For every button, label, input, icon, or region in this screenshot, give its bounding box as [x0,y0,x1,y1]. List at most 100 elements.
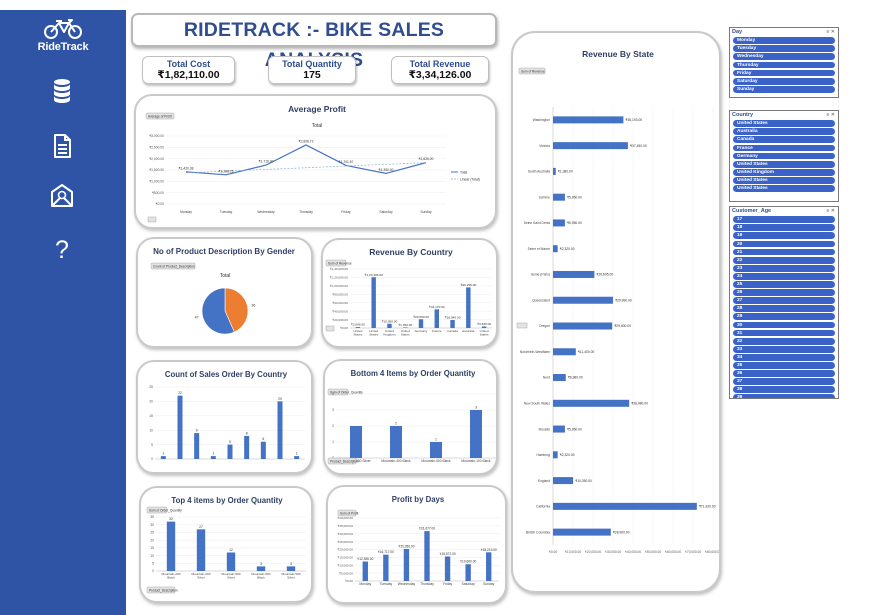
axis-field-button-label[interactable]: Product_Description [330,460,359,464]
slicer-item[interactable]: United Kingdom [733,168,835,176]
slicer-item[interactable]: 17 [733,216,835,224]
data-label: ₹2,320.00 [560,453,575,457]
slicer-item[interactable]: 37 [733,378,835,385]
x-tick-label: Tuesday [220,210,233,214]
x-tick-mark: - [280,460,281,464]
field-button-label[interactable]: Average of Profit [148,115,172,119]
slicer-item[interactable]: Germany [733,152,835,160]
bar [553,399,630,407]
database-icon[interactable] [50,78,74,104]
slicer-title: Customer_Age [732,208,772,214]
slicer-item[interactable]: 18 [733,224,835,232]
x-tick-label: Germany [415,329,428,333]
slicer-item[interactable]: Sunday [733,85,835,93]
slicer-item[interactable]: 33 [733,345,835,353]
slicer-item[interactable]: 26 [733,289,835,296]
slicer-item[interactable]: 32 [733,337,835,345]
bottom-4-items-chart: Bottom 4 Items by Order QuantitySum of O… [327,369,496,465]
slicer-header: Customer_Age ≡ ✕ [730,207,838,215]
slicer-item[interactable]: 29 [733,313,835,321]
slicer-item[interactable]: 28 [733,305,835,313]
slicer-item[interactable]: 34 [733,353,835,361]
bike-icon [44,19,82,39]
y-tick-label: 0 [152,569,154,573]
slicer-item[interactable]: 20 [733,240,835,248]
slicer-item[interactable]: United States [733,120,835,128]
slicer-item[interactable]: Wednesday [733,53,835,61]
revenue-by-country-card: Revenue By Country Sum of Revenue ₹0.00 ₹20… [321,238,498,348]
chart-title: Count of Sales Order By Country [165,370,288,379]
field-button-label[interactable]: Sum of Revenue [328,262,352,266]
slicer-item[interactable]: Tuesday [733,45,835,53]
bar [390,426,402,458]
x-tick-mark: - [263,460,264,464]
field-button-label[interactable]: Sum of Order_Quantity [149,509,182,513]
slicer-item[interactable]: 30 [733,321,835,329]
x-tick-label: Sunday [483,582,495,586]
slicer-item[interactable]: Australia [733,128,835,136]
slicer-item[interactable]: Friday [733,69,835,77]
slicer-item[interactable]: Thursday [733,61,835,69]
slicer-item[interactable]: 21 [733,248,835,256]
y-tick-label: ₹20,000.00 [337,548,353,552]
slicer-item[interactable]: 19 [733,232,835,240]
data-label: ₹5,950.00 [567,195,582,199]
bottom-4-items-card: Bottom 4 Items by Order Quantity Sum of O… [323,359,498,475]
y-tick-label: Nord [543,376,550,380]
y-tick-label: Seine Saint Denis [524,221,551,225]
slicer-item[interactable]: Canada [733,136,835,144]
slicer-clear-filter-icon[interactable]: ≡ ✕ [827,28,836,36]
field-dropdown-button[interactable] [516,322,528,329]
data-label: ₹35,193.00 [625,118,642,122]
chart-title: Revenue By Country [369,247,453,257]
slicer-item[interactable]: 38 [733,386,835,394]
legend-label: Total [460,170,467,174]
document-icon[interactable] [50,133,74,159]
slicer-item[interactable]: 27 [733,297,835,305]
bar [244,435,250,459]
slicer-item[interactable]: 36 [733,370,835,377]
profit-by-days-chart: Profit by Days Sum of Profit ₹0.00 ₹5,000.0… [337,495,499,586]
mail-icon[interactable] [50,182,74,208]
x-tick-label: Australia [462,329,474,333]
field-button-label[interactable]: Count of Product_Description [153,265,195,269]
data-label: ₹2,320.00 [560,247,575,251]
field-button-label[interactable]: Sum of Revenue [521,70,545,74]
slicer-item[interactable]: 23 [733,264,835,272]
slicer-item[interactable]: United States [733,176,835,184]
data-label: ₹20,695.00 [596,273,613,277]
slicer-item[interactable]: 31 [733,329,835,337]
slicer-item[interactable]: United States [733,160,835,168]
bar [450,320,455,328]
slicer-item[interactable]: 24 [733,272,835,280]
field-dropdown-button[interactable] [147,216,157,223]
slicer-clear-filter-icon[interactable]: ≡ ✕ [827,207,836,215]
y-tick-label: ₹2,000.00 [149,157,164,161]
slicer-item[interactable]: Monday [733,37,835,45]
data-label: 3 [475,406,477,410]
slicer-item[interactable]: 22 [733,256,835,264]
data-label: 9 [196,429,198,433]
pie-label: 36 [251,304,255,308]
y-tick-label: 3 [332,408,334,412]
slicer-clear-filter-icon[interactable]: ≡ ✕ [827,111,836,119]
slicer-item[interactable]: Saturday [733,77,835,85]
kpi-value: ₹3,34,126.00 [408,69,472,81]
slicer-item[interactable]: 39 [733,394,835,398]
x-tick-label: United States [401,329,410,337]
bar [553,219,565,227]
sidebar: RideTrack ? [0,10,126,615]
slicer-item[interactable]: United States [733,185,835,192]
slicer-item[interactable]: 25 [733,281,835,288]
bar [383,554,389,581]
data-label: ₹1,420.38 [179,166,194,170]
chart-title: Top 4 items by Order Quantity [171,496,283,505]
field-button-label[interactable]: Sum of Profit [340,512,359,516]
y-tick-label: 5 [151,443,153,447]
help-icon[interactable]: ? [50,237,74,263]
field-dropdown-button[interactable] [325,325,335,332]
bar [166,521,176,571]
slicer-item[interactable]: France [733,144,835,152]
slicer-item[interactable]: 35 [733,361,835,369]
axis-field-button-label[interactable]: Product_Description [149,589,178,593]
